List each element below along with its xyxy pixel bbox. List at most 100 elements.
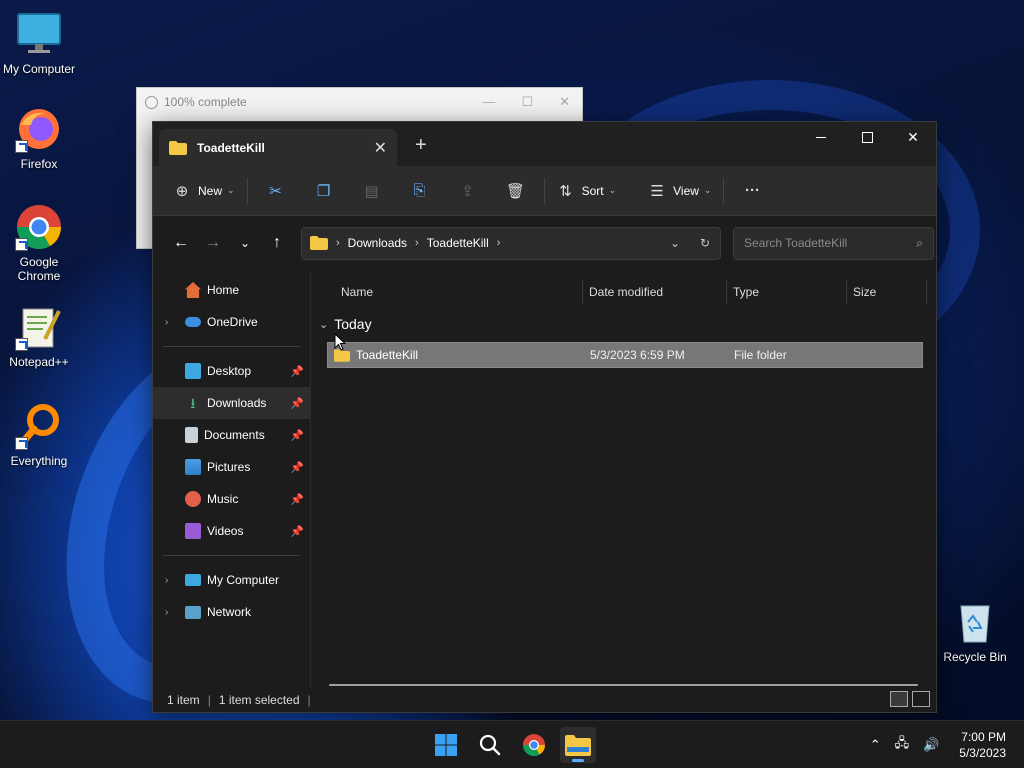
pin-icon[interactable]: 📌 [290, 429, 304, 442]
sidebar-item-pictures[interactable]: Pictures 📌 [153, 451, 310, 483]
monitor-icon [15, 10, 63, 58]
column-header-size[interactable]: Size [847, 280, 927, 304]
close-tab-icon[interactable]: ✕ [374, 138, 387, 158]
status-separator: | [307, 693, 311, 707]
column-header-type[interactable]: Type [727, 280, 847, 304]
share-button[interactable]: ⇪ [444, 175, 492, 207]
delete-button[interactable]: 🗑 [492, 175, 540, 207]
sidebar-item-label: Home [207, 283, 240, 297]
search-box[interactable]: ⌕ [733, 226, 934, 260]
desktop-icon-google-chrome[interactable]: Google Chrome [0, 203, 78, 283]
group-header-today[interactable]: ⌄ Today [311, 310, 936, 338]
new-button[interactable]: ⊕ New ⌄ [165, 175, 243, 207]
minimize-icon[interactable]: — [482, 94, 495, 110]
start-button[interactable] [428, 727, 464, 763]
close-button[interactable]: ✕ [890, 122, 936, 152]
folder-icon [310, 236, 328, 250]
desktop-icon-recycle-bin[interactable]: Recycle Bin [936, 598, 1014, 664]
back-button[interactable]: ← [165, 227, 197, 259]
sidebar-item-my-computer[interactable]: › My Computer [153, 564, 310, 596]
paste-button[interactable]: ▤ [348, 175, 396, 207]
pin-icon[interactable]: 📌 [290, 525, 304, 538]
network-icon[interactable]: 🖧 [895, 734, 910, 756]
sidebar-item-videos[interactable]: Videos 📌 [153, 515, 310, 547]
chevron-down-icon: ⌄ [703, 185, 712, 195]
close-icon[interactable]: ✕ [559, 94, 570, 110]
sidebar-item-home[interactable]: Home [153, 274, 310, 306]
desktop-icon-label: Everything [10, 454, 68, 468]
sidebar-item-network[interactable]: › Network [153, 596, 310, 628]
search-input[interactable] [744, 236, 917, 250]
refresh-icon[interactable]: ↻ [690, 236, 720, 250]
horizontal-scrollbar[interactable] [329, 684, 918, 686]
taskbar-chrome-button[interactable] [516, 727, 552, 763]
breadcrumb-downloads[interactable]: Downloads [348, 236, 407, 250]
file-explorer-window: ToadetteKill ✕ + ✕ ⊕ New ⌄ ✂ ❐ ▤ ⎘ ⇪ 🗑 ⇅… [152, 121, 937, 713]
sidebar-item-label: Videos [207, 524, 244, 538]
sidebar-item-music[interactable]: Music 📌 [153, 483, 310, 515]
taskbar-search-button[interactable] [472, 727, 508, 763]
maximize-icon[interactable]: ☐ [521, 94, 533, 110]
sidebar-divider [163, 555, 300, 556]
tiles-view-button[interactable] [912, 691, 930, 707]
rename-button[interactable]: ⎘ [396, 175, 444, 207]
view-button[interactable]: ☰ View ⌄ [640, 175, 719, 207]
speaker-icon[interactable]: 🔊 [923, 737, 939, 753]
up-button[interactable]: ↑ [261, 227, 293, 259]
titlebar[interactable]: ToadetteKill ✕ + ✕ [153, 122, 936, 166]
sidebar-item-desktop[interactable]: Desktop 📌 [153, 355, 310, 387]
search-icon[interactable]: ⌕ [916, 236, 923, 251]
copy-button[interactable]: ❐ [300, 175, 348, 207]
navigation-pane: Home › OneDrive Desktop 📌 ⭳ Downloads 📌 … [153, 270, 311, 688]
plus-circle-icon: ⊕ [175, 182, 189, 200]
shortcut-arrow-icon [15, 437, 28, 450]
sidebar-item-documents[interactable]: Documents 📌 [153, 419, 310, 451]
chevron-right-icon[interactable]: › [165, 607, 168, 618]
minimize-button[interactable] [798, 122, 844, 152]
item-count: 1 item [167, 693, 200, 707]
cut-button[interactable]: ✂ [252, 175, 300, 207]
shortcut-arrow-icon [15, 338, 28, 351]
command-bar: ⊕ New ⌄ ✂ ❐ ▤ ⎘ ⇪ 🗑 ⇅ Sort ⌄ ☰ View ⌄ ··… [153, 166, 936, 216]
video-icon [185, 523, 201, 539]
chrome-icon [15, 203, 63, 251]
folder-icon [169, 140, 187, 155]
address-dropdown-icon[interactable]: ⌄ [660, 236, 690, 250]
desktop-icon-notepad-plus-plus[interactable]: Notepad++ [0, 303, 78, 369]
column-header-name[interactable]: Name [311, 280, 583, 304]
forward-button[interactable]: → [197, 227, 229, 259]
network-icon [185, 605, 201, 619]
breadcrumb-toadettekill[interactable]: ToadetteKill [427, 236, 489, 250]
desktop-icon-everything[interactable]: Everything [0, 402, 78, 468]
chevron-up-icon[interactable]: ⌃ [870, 737, 881, 753]
chevron-right-icon[interactable]: › [165, 575, 168, 586]
tab-toadettekill[interactable]: ToadetteKill ✕ [159, 129, 397, 166]
pin-icon[interactable]: 📌 [290, 397, 304, 410]
more-icon: ··· [744, 182, 760, 199]
pin-icon[interactable]: 📌 [290, 493, 304, 506]
new-tab-button[interactable]: + [415, 134, 427, 157]
more-options-button[interactable]: ··· [728, 175, 776, 207]
maximize-button[interactable] [844, 122, 890, 152]
recent-locations-button[interactable]: ⌄ [229, 227, 261, 259]
pin-icon[interactable]: 📌 [290, 365, 304, 378]
sidebar-item-label: Downloads [207, 396, 267, 410]
taskbar-file-explorer-button[interactable] [560, 727, 596, 763]
sidebar-item-onedrive[interactable]: › OneDrive [153, 306, 310, 338]
desktop-icon-firefox[interactable]: Firefox [0, 105, 78, 171]
sidebar-item-label: Music [207, 492, 239, 506]
address-bar[interactable]: › Downloads › ToadetteKill › ⌄ ↻ [301, 226, 721, 260]
scissors-icon: ✂ [269, 182, 282, 200]
pin-icon[interactable]: 📌 [290, 461, 304, 474]
desktop-icon-my-computer[interactable]: My Computer [0, 10, 78, 76]
file-row[interactable]: ToadetteKill 5/3/2023 6:59 PM File folde… [327, 342, 923, 368]
sidebar-item-downloads[interactable]: ⭳ Downloads 📌 [153, 387, 310, 419]
sort-icon: ⇅ [559, 182, 572, 200]
details-view-button[interactable] [890, 691, 908, 707]
download-icon: ⭳ [190, 395, 196, 411]
chevron-right-icon[interactable]: › [165, 317, 168, 328]
column-header-date-modified[interactable]: Date modified [583, 280, 727, 304]
system-clock[interactable]: 7:00 PM 5/3/2023 [959, 729, 1006, 761]
toolbar-divider [723, 177, 725, 204]
sort-button[interactable]: ⇅ Sort ⌄ [549, 175, 625, 207]
